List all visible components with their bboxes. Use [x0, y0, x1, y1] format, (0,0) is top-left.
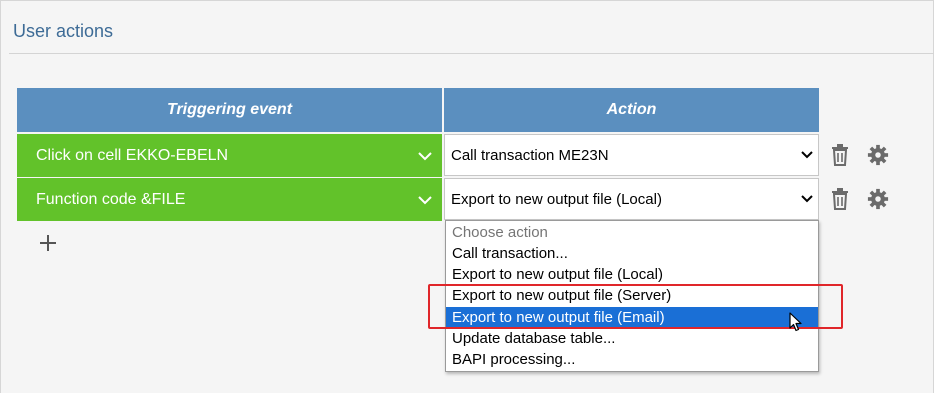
dropdown-option-export-local[interactable]: Export to new output file (Local) — [446, 264, 818, 285]
trash-icon[interactable] — [829, 187, 851, 211]
dropdown-option-update-table[interactable]: Update database table... — [446, 328, 818, 349]
caret-down-icon — [801, 151, 813, 159]
trigger-select-row-2[interactable]: Function code &FILE — [17, 178, 442, 221]
trash-icon[interactable] — [829, 143, 851, 167]
dropdown-option-call-transaction[interactable]: Call transaction... — [446, 243, 818, 264]
annotation-highlight-box — [428, 284, 843, 329]
dropdown-option-bapi[interactable]: BAPI processing... — [446, 349, 818, 370]
chevron-down-icon — [418, 152, 432, 161]
trigger-label: Click on cell EKKO-EBELN — [36, 146, 229, 164]
mouse-cursor — [789, 312, 802, 332]
chevron-down-icon — [418, 196, 432, 205]
action-select-row-2[interactable]: Export to new output file (Local) — [444, 178, 819, 220]
trigger-select-row-1[interactable]: Click on cell EKKO-EBELN — [17, 134, 442, 177]
gear-icon[interactable] — [867, 187, 889, 211]
title-divider — [9, 53, 934, 54]
gear-icon[interactable] — [867, 143, 889, 167]
action-select-value: Export to new output file (Local) — [451, 190, 662, 208]
column-header-trigger: Triggering event — [17, 88, 442, 132]
action-select-row-1[interactable]: Call transaction ME23N — [444, 134, 819, 176]
section-title: User actions — [13, 21, 114, 41]
action-select-value: Call transaction ME23N — [451, 146, 609, 164]
column-header-action: Action — [444, 88, 819, 132]
caret-down-icon — [801, 195, 813, 203]
dropdown-option-placeholder: Choose action — [452, 224, 548, 241]
user-actions-panel: User actions Triggering event Action Cli… — [0, 0, 934, 393]
plus-icon[interactable] — [38, 233, 58, 253]
trigger-label: Function code &FILE — [36, 190, 186, 208]
